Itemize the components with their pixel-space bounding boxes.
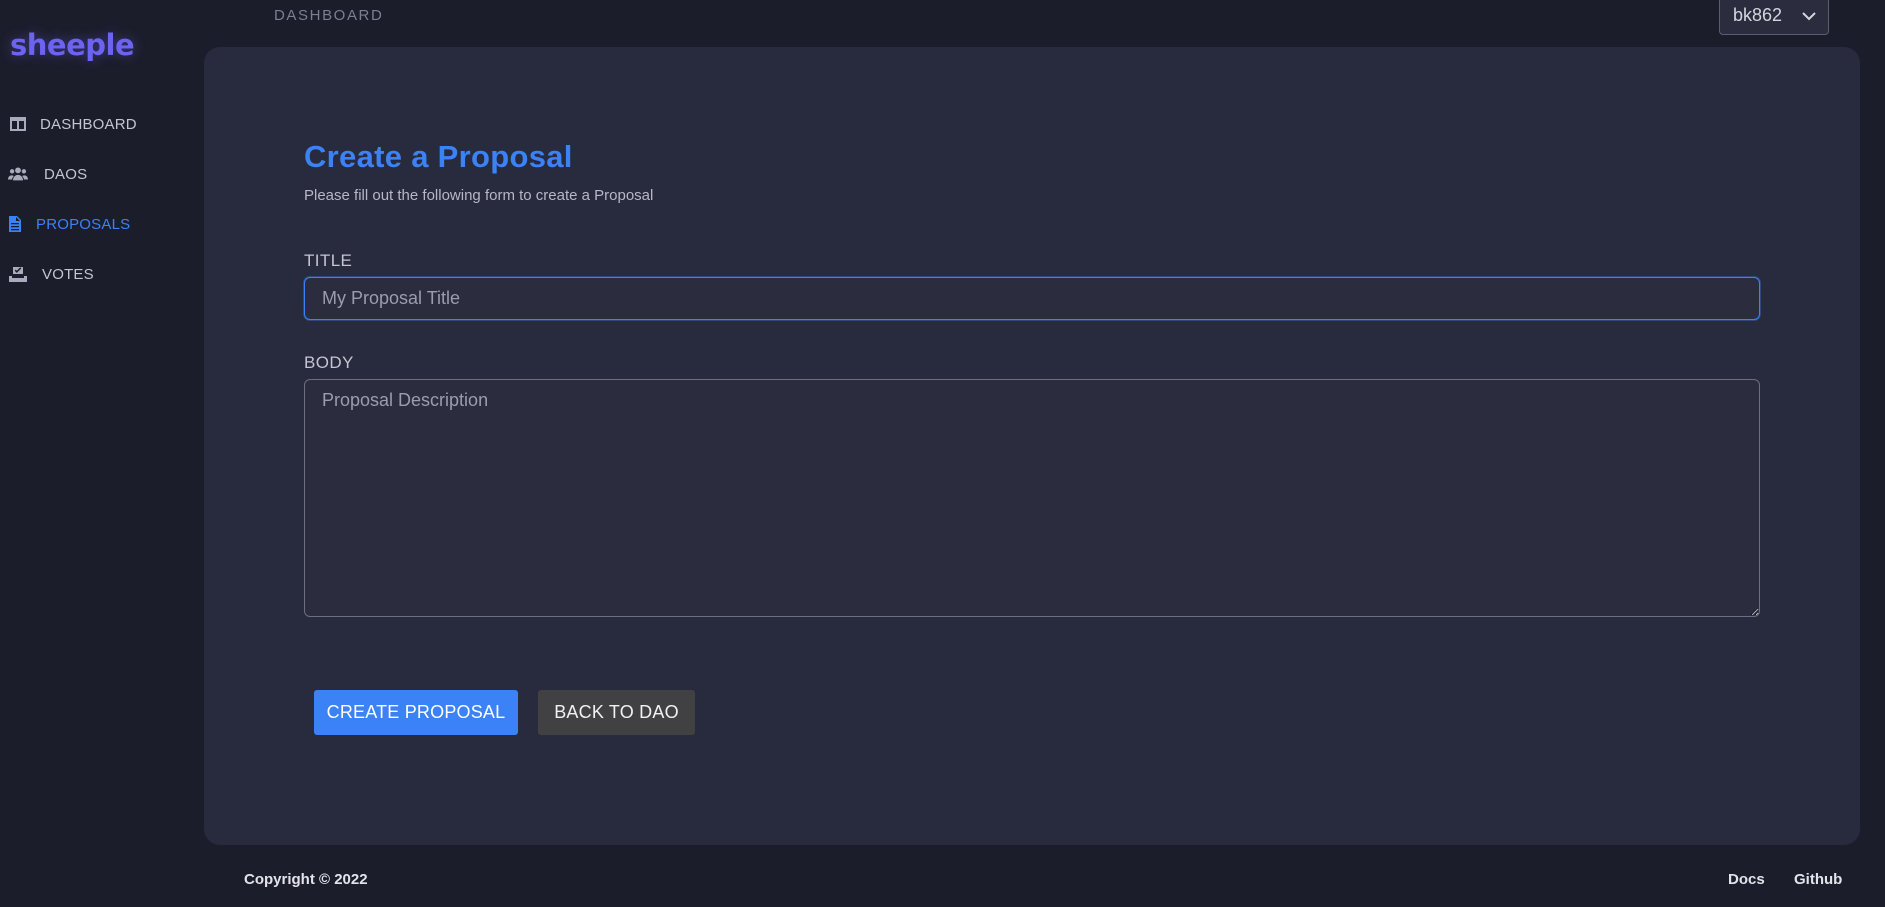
footer-docs-link[interactable]: Docs (1728, 871, 1765, 888)
sidebar-item-proposals[interactable]: PROPOSALS (8, 210, 130, 238)
chevron-down-icon (1802, 5, 1816, 26)
sidebar-item-daos[interactable]: DAOS (8, 160, 87, 188)
sidebar: sheeple DASHBOARD DAOS PROPOSALS VOTES (0, 0, 200, 907)
proposal-form-card: Create a Proposal Please fill out the fo… (204, 47, 1860, 845)
users-icon (8, 165, 28, 183)
footer-github-link[interactable]: Github (1794, 871, 1842, 888)
body-field-label: BODY (304, 353, 354, 372)
sidebar-item-label: PROPOSALS (36, 215, 131, 233)
app-root: sheeple DASHBOARD DAOS PROPOSALS VOTES D… (0, 0, 1885, 907)
vote-box-icon (8, 265, 28, 283)
page-subtitle: Please fill out the following form to cr… (304, 187, 654, 204)
sidebar-item-label: VOTES (42, 265, 94, 283)
layout-columns-icon (8, 115, 28, 133)
sidebar-item-label: DASHBOARD (40, 115, 137, 133)
back-to-dao-button[interactable]: BACK TO DAO (538, 690, 695, 735)
create-proposal-button[interactable]: CREATE PROPOSAL (314, 690, 518, 735)
body-textarea[interactable] (304, 379, 1760, 617)
user-name: bk862 (1733, 5, 1783, 25)
title-field-label: TITLE (304, 251, 353, 270)
breadcrumb[interactable]: DASHBOARD (274, 7, 383, 24)
footer-copyright: Copyright © 2022 (244, 871, 368, 888)
document-icon (8, 215, 22, 233)
page-title: Create a Proposal (304, 139, 573, 174)
title-input[interactable] (304, 277, 1760, 320)
user-menu-dropdown[interactable]: bk862 (1719, 0, 1829, 35)
sidebar-item-votes[interactable]: VOTES (8, 260, 94, 288)
logo[interactable]: sheeple (10, 28, 135, 62)
sidebar-item-dashboard[interactable]: DASHBOARD (8, 110, 137, 138)
sidebar-item-label: DAOS (44, 165, 88, 183)
